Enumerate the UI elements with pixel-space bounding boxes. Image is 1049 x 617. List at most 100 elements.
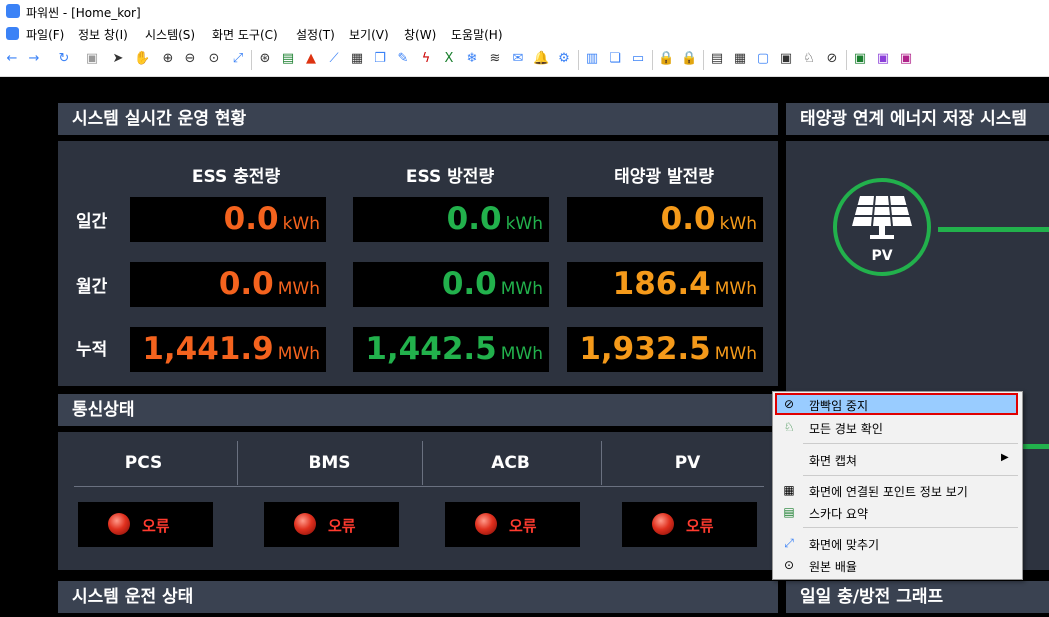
menu-window[interactable]: 창(W): [404, 26, 436, 43]
context-item-ack-all-alarms[interactable]: ♘ 모든 경보 확인: [773, 416, 1022, 438]
menu-info-window[interactable]: 정보 창(I): [78, 26, 128, 43]
refresh-icon[interactable]: ↻: [56, 51, 72, 67]
snowflake-icon[interactable]: ❄: [464, 51, 480, 67]
status-indicator-acb: 오류: [445, 502, 580, 547]
menu-separator: [803, 527, 1018, 528]
app-menu-icon[interactable]: [6, 27, 19, 40]
alarm-triangle-icon[interactable]: ▲: [303, 51, 319, 67]
bell-icon[interactable]: 🔔: [533, 51, 549, 67]
globe-icon[interactable]: ⊛: [257, 51, 273, 67]
badge-icon[interactable]: ▣: [778, 51, 794, 67]
purple-window-icon[interactable]: ▣: [875, 51, 891, 67]
solar-panel-icon: [852, 195, 912, 239]
note-icon[interactable]: ✎: [395, 51, 411, 67]
menu-file[interactable]: 파일(F): [26, 26, 64, 43]
row-label-cumulative: 누적: [76, 340, 108, 360]
pointer-icon[interactable]: ➤: [110, 51, 126, 67]
value-number: 0.0: [446, 201, 502, 237]
calendar-icon[interactable]: ▦: [349, 51, 365, 67]
menu-system[interactable]: 시스템(S): [145, 26, 195, 43]
alarm-check-icon[interactable]: ♘: [801, 51, 817, 67]
zoom-in-icon[interactable]: ⊕: [160, 51, 176, 67]
value-box: 186.4 MWh: [567, 262, 763, 307]
green-window-icon[interactable]: ▣: [852, 51, 868, 67]
lock-icon[interactable]: 🔒: [658, 51, 674, 67]
sheet-icon[interactable]: ▤: [280, 51, 296, 67]
ess-system-header: 태양광 연계 에너지 저장 시스템: [786, 103, 1049, 135]
status-indicator-pv: 오류: [622, 502, 757, 547]
comm-column-separator: [422, 441, 423, 485]
disk-icon[interactable]: ▣: [84, 51, 100, 67]
blink-stop-icon[interactable]: ⊘: [824, 51, 840, 67]
value-box: 0.0 kWh: [353, 197, 549, 242]
value-box: 0.0 kWh: [567, 197, 763, 242]
mail-icon[interactable]: ✉: [510, 51, 526, 67]
value-box: 1,441.9 MWh: [130, 327, 326, 372]
context-item-fit-screen[interactable]: ⤢ 화면에 맞추기: [773, 532, 1022, 554]
fit-screen-icon: ⤢: [784, 536, 794, 550]
chart-icon[interactable]: ⟋: [326, 51, 342, 67]
hand-icon[interactable]: ✋: [134, 51, 150, 67]
comm-divider: [74, 486, 764, 487]
context-item-point-info[interactable]: ▦ 화면에 연결된 포인트 정보 보기: [773, 479, 1022, 501]
context-item-stop-blinking[interactable]: ⊘ 깜빡임 중지: [773, 393, 1022, 415]
fit-screen-icon[interactable]: ⤢: [230, 51, 246, 67]
status-text: 오류: [686, 517, 714, 535]
back-arrow-icon[interactable]: ←: [4, 51, 20, 67]
column-ess-charge: ESS 충전량: [191, 167, 281, 187]
daily-graph-header: 일일 충/방전 그래프: [786, 581, 1049, 613]
menu-separator: [803, 443, 1018, 444]
comm-column-separator: [237, 441, 238, 485]
point-info-icon[interactable]: ▦: [732, 51, 748, 67]
value-unit: kWh: [505, 214, 543, 234]
status-text: 오류: [509, 517, 537, 535]
device-name-acb: ACB: [491, 453, 530, 473]
bolt-icon[interactable]: ϟ: [418, 51, 434, 67]
gear-icon[interactable]: ⚙: [556, 51, 572, 67]
menu-bar: 파일(F) 정보 창(I) 시스템(S) 화면 도구(C) 설정(T) 보기(V…: [0, 22, 1049, 44]
context-item-screen-capture[interactable]: 화면 캡쳐 ▶: [773, 448, 1022, 470]
context-item-label: 스카다 요약: [809, 507, 869, 521]
forward-arrow-icon[interactable]: →: [26, 51, 42, 67]
panel-icon[interactable]: ▥: [584, 51, 600, 67]
context-item-label: 모든 경보 확인: [809, 422, 883, 436]
submenu-arrow-icon: ▶: [1001, 452, 1009, 463]
value-unit: kWh: [282, 214, 320, 234]
value-box: 1,442.5 MWh: [353, 327, 549, 372]
lock-icon[interactable]: 🔒: [681, 51, 697, 67]
column-solar-generation: 태양광 발전량: [614, 167, 714, 187]
menu-help[interactable]: 도움말(H): [451, 26, 503, 43]
context-menu: ⊘ 깜빡임 중지 ♘ 모든 경보 확인 화면 캡쳐 ▶ ▦ 화면에 연결된 포인…: [772, 391, 1023, 580]
status-led-icon: [652, 513, 674, 535]
context-item-label: 화면 캡쳐: [809, 454, 857, 468]
window-title: 파워씬 - [Home_kor]: [26, 6, 141, 20]
pv-connection-line: [938, 227, 1049, 232]
context-item-scada-summary[interactable]: ▤ 스카다 요약: [773, 501, 1022, 523]
trend-icon[interactable]: ▤: [709, 51, 725, 67]
context-item-label: 원본 배율: [809, 560, 857, 574]
menu-settings[interactable]: 설정(T): [296, 26, 335, 43]
app-icon: [6, 4, 20, 18]
value-number: 0.0: [218, 266, 274, 302]
context-item-label: 화면에 맞추기: [809, 538, 880, 552]
menu-view[interactable]: 보기(V): [349, 26, 389, 43]
value-box: 0.0 MWh: [353, 262, 549, 307]
value-number: 1,441.9: [142, 331, 274, 367]
context-item-original-zoom[interactable]: ⊙ 원본 배율: [773, 554, 1022, 576]
zoom-100-icon[interactable]: ⊙: [206, 51, 222, 67]
menu-screen-tools[interactable]: 화면 도구(C): [212, 26, 278, 43]
row-label-daily: 일간: [76, 212, 108, 232]
row-label-monthly: 월간: [76, 277, 108, 297]
excel-icon[interactable]: X: [441, 51, 457, 67]
windows-icon[interactable]: ❏: [607, 51, 623, 67]
magenta-window-icon[interactable]: ▣: [898, 51, 914, 67]
copy-icon[interactable]: ❐: [372, 51, 388, 67]
comment-icon[interactable]: ▢: [755, 51, 771, 67]
pv-node[interactable]: PV: [833, 178, 931, 276]
monitor-icon[interactable]: ▭: [630, 51, 646, 67]
value-number: 0.0: [660, 201, 716, 237]
system-operation-header: 시스템 운전 상태: [58, 581, 778, 613]
zoom-out-icon[interactable]: ⊖: [182, 51, 198, 67]
layers-icon[interactable]: ≋: [487, 51, 503, 67]
point-info-icon: ▦: [783, 483, 795, 497]
